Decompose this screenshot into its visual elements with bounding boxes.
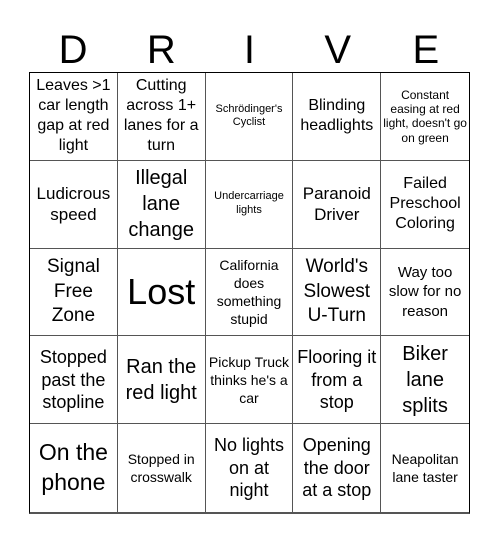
bingo-card-grid: Leaves >1 car length gap at red light Cu… [29,72,470,514]
bingo-cell[interactable]: Neapolitan lane taster [381,424,469,512]
bingo-cell[interactable]: World's Slowest U-Turn [293,248,382,337]
bingo-cell[interactable]: Cutting across 1+ lanes for a turn [117,73,206,161]
bingo-cell[interactable]: Pickup Truck thinks he's a car [205,336,294,425]
header-letter-e: E [412,28,440,72]
bingo-cell[interactable]: No lights on at night [206,424,294,512]
bingo-cell[interactable]: Biker lane splits [381,336,469,425]
bingo-cell[interactable]: Blinding headlights [293,73,382,161]
bingo-cell[interactable]: Constant easing at red light, doesn't go… [381,73,469,161]
bingo-cell[interactable]: Paranoid Driver [293,160,382,249]
bingo-cell[interactable]: On the phone [30,424,118,512]
bingo-cell[interactable]: Signal Free Zone [30,248,118,337]
bingo-header: D R I V E [29,0,470,72]
bingo-cell[interactable]: Schrödinger's Cyclist [205,73,294,161]
bingo-cell[interactable]: Ran the red light [117,336,206,425]
header-letter-v: V [324,28,352,72]
bingo-cell[interactable]: Failed Preschool Coloring [381,161,469,249]
bingo-cell[interactable]: Stopped past the stopline [30,336,118,425]
bingo-cell-free[interactable]: Lost [117,248,206,337]
bingo-cell[interactable]: Illegal lane change [117,160,206,249]
bingo-cell[interactable]: Undercarriage lights [205,160,294,249]
bingo-cell[interactable]: Opening the door at a stop [293,424,382,512]
header-letter-r: R [146,28,176,72]
bingo-cell[interactable]: Way too slow for no reason [381,249,469,337]
bingo-cell[interactable]: California does something stupid [205,248,294,337]
header-letter-d: D [58,28,88,72]
bingo-cell[interactable]: Leaves >1 car length gap at red light [30,73,118,161]
bingo-cell[interactable]: Ludicrous speed [30,160,118,249]
bingo-cell[interactable]: Flooring it from a stop [293,336,382,425]
header-letter-i: I [243,28,256,72]
bingo-cell[interactable]: Stopped in crosswalk [118,424,206,512]
